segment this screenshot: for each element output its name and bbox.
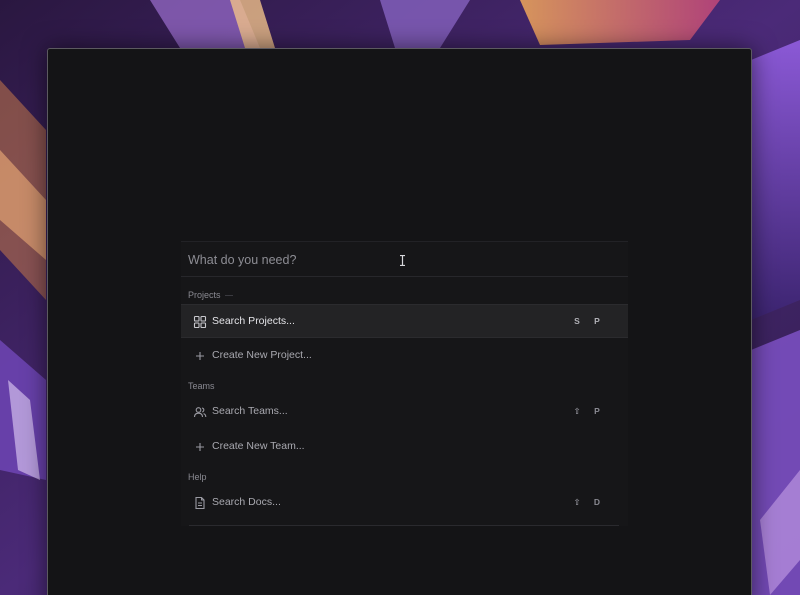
shortcut-key: P (594, 406, 600, 416)
shortcut-key: ⇧ (573, 406, 581, 416)
command-item-label: Create New Team... (212, 440, 305, 452)
section-heading-teams: Teams (188, 381, 215, 391)
search-bar (181, 241, 628, 277)
command-item-search-docs[interactable]: Search Docs... ⇧ D (181, 486, 628, 520)
plus-icon (196, 352, 204, 360)
command-search-input[interactable] (188, 248, 588, 272)
command-item-search-teams[interactable]: Search Teams... ⇧ P (181, 395, 628, 429)
app-window: Projects Search Projects... S P Create (47, 48, 752, 595)
desktop: Projects Search Projects... S P Create (0, 0, 800, 595)
command-palette: Projects Search Projects... S P Create (181, 241, 628, 526)
command-item-label: Search Projects... (212, 315, 295, 327)
section-divider (224, 294, 233, 296)
section-heading-help: Help (188, 472, 207, 482)
command-item-label: Create New Project... (212, 349, 312, 361)
command-item-label: Search Docs... (212, 496, 281, 508)
text-cursor-icon (400, 255, 405, 266)
section-heading-label: Teams (188, 381, 215, 391)
command-item-label: Search Teams... (212, 405, 288, 417)
grid-icon (193, 315, 207, 329)
shortcut-key: P (594, 316, 600, 326)
palette-bottom-divider (189, 525, 619, 526)
plus-icon (196, 443, 204, 451)
shortcut-key: D (593, 497, 601, 507)
users-icon (193, 407, 207, 418)
shortcut-key: ⇧ (573, 497, 581, 507)
section-heading-label: Projects (188, 290, 221, 300)
document-icon (195, 496, 205, 510)
shortcut-key: S (574, 316, 580, 326)
section-heading-projects: Projects (188, 290, 233, 300)
command-item-create-team[interactable]: Create New Team... (181, 430, 628, 464)
section-heading-label: Help (188, 472, 207, 482)
command-item-search-projects[interactable]: Search Projects... S P (181, 304, 628, 338)
command-item-create-project[interactable]: Create New Project... (181, 339, 628, 373)
